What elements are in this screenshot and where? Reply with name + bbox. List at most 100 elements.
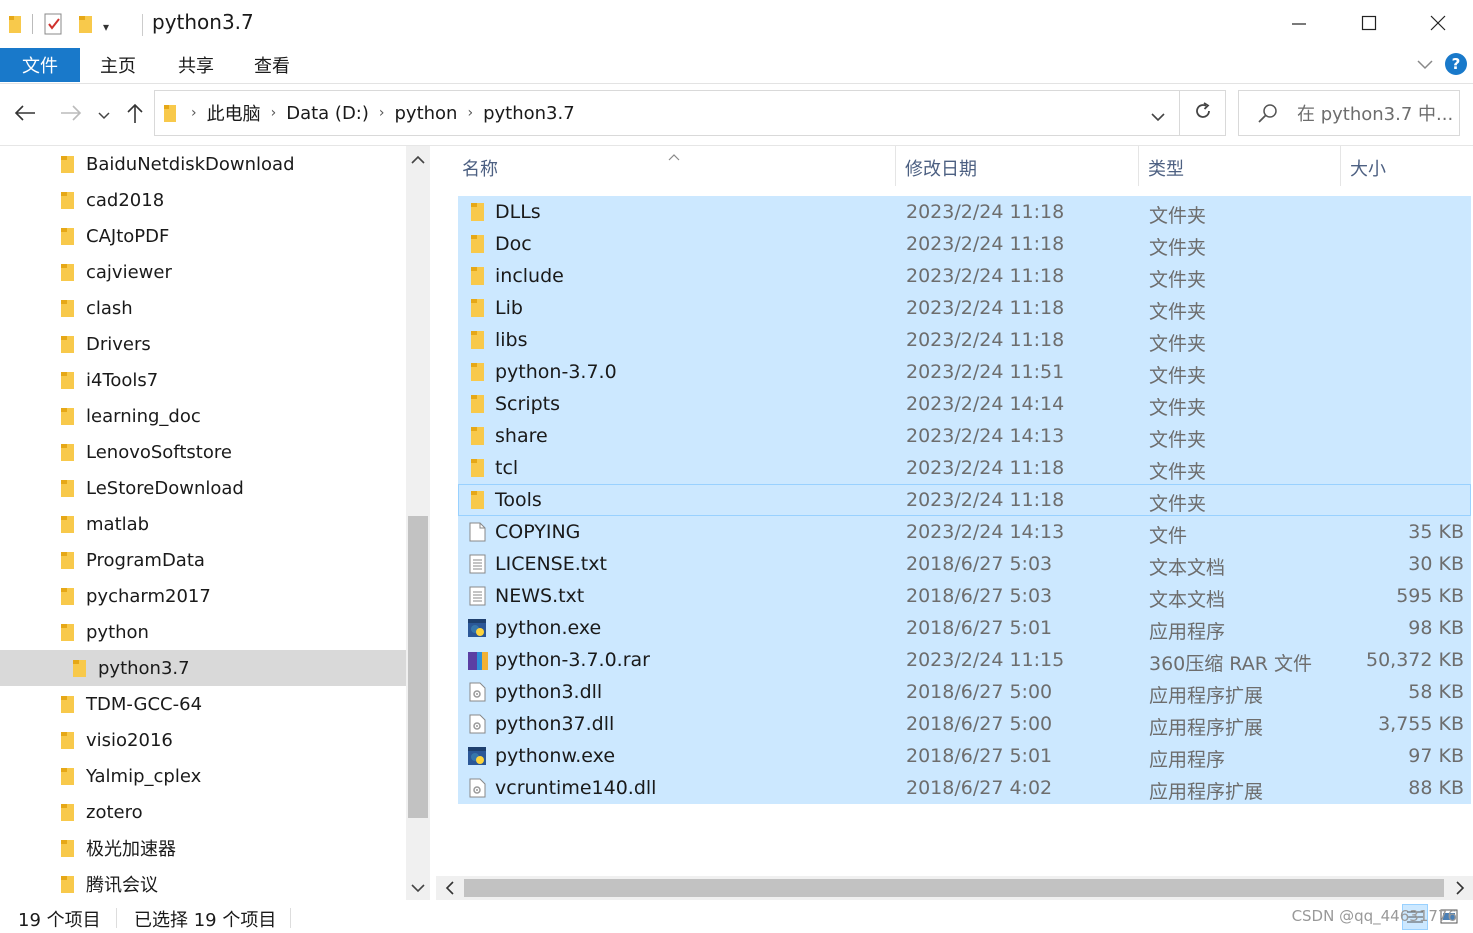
file-row[interactable]: Tools 2023/2/24 11:18 文件夹 xyxy=(458,484,1471,516)
recent-locations-button[interactable] xyxy=(94,100,114,130)
tree-item[interactable]: BaiduNetdiskDownload xyxy=(0,146,406,182)
tree-item[interactable]: i4Tools7 xyxy=(0,362,406,398)
column-header-type[interactable]: 类型 xyxy=(1148,146,1184,190)
file-row[interactable]: tcl 2023/2/24 11:18 文件夹 xyxy=(458,452,1471,484)
tree-item[interactable]: CAJtoPDF xyxy=(0,218,406,254)
file-size: 97 KB xyxy=(1408,745,1464,767)
tree-item[interactable]: python3.7 xyxy=(0,650,406,686)
tree-item[interactable]: Drivers xyxy=(0,326,406,362)
file-name: python-3.7.0.rar xyxy=(495,649,650,671)
breadcrumb-this-pc[interactable]: 此电脑 xyxy=(207,100,261,126)
column-divider[interactable] xyxy=(1138,146,1139,186)
tree-item-label: LenovoSoftstore xyxy=(86,441,232,463)
nav-pane-scrollbar[interactable] xyxy=(406,146,430,902)
file-row[interactable]: python37.dll 2018/6/27 5:00 应用程序扩展 3,755 KB xyxy=(458,708,1471,740)
text-file-icon xyxy=(467,554,487,574)
forward-button[interactable] xyxy=(56,100,86,130)
file-row[interactable]: LICENSE.txt 2018/6/27 5:03 文本文档 30 KB xyxy=(458,548,1471,580)
scrollbar-thumb[interactable] xyxy=(464,879,1444,897)
scrollbar-thumb[interactable] xyxy=(408,516,428,818)
file-date: 2018/6/27 5:01 xyxy=(906,617,1053,639)
new-folder-icon[interactable] xyxy=(77,13,95,35)
close-button[interactable] xyxy=(1403,0,1473,48)
tree-item[interactable]: ProgramData xyxy=(0,542,406,578)
breadcrumb-python[interactable]: python xyxy=(395,103,458,124)
back-button[interactable] xyxy=(10,100,40,130)
file-name: python-3.7.0 xyxy=(495,361,617,383)
folder-icon xyxy=(467,266,487,286)
file-row[interactable]: DLLs 2023/2/24 11:18 文件夹 xyxy=(458,196,1471,228)
tab-home[interactable]: 主页 xyxy=(88,48,148,82)
column-divider[interactable] xyxy=(1340,146,1341,186)
folder-icon xyxy=(60,262,76,282)
tree-item[interactable]: clash xyxy=(0,290,406,326)
tree-item[interactable]: 腾讯会议 xyxy=(0,866,406,902)
breadcrumb-python37[interactable]: python3.7 xyxy=(483,103,575,124)
file-row[interactable]: Scripts 2023/2/24 14:14 文件夹 xyxy=(458,388,1471,420)
column-header-name[interactable]: 名称 xyxy=(462,146,498,190)
folder-icon xyxy=(60,874,76,894)
scroll-right-icon[interactable] xyxy=(1448,876,1472,900)
file-row[interactable]: COPYING 2023/2/24 14:13 文件 35 KB xyxy=(458,516,1471,548)
scroll-up-icon[interactable] xyxy=(406,148,430,172)
file-name: NEWS.txt xyxy=(495,585,585,607)
tab-file[interactable]: 文件 xyxy=(0,48,80,82)
tab-view[interactable]: 查看 xyxy=(242,48,302,82)
file-type: 文件夹 xyxy=(1149,429,1207,451)
scroll-left-icon[interactable] xyxy=(438,876,462,900)
tree-item[interactable]: visio2016 xyxy=(0,722,406,758)
maximize-button[interactable] xyxy=(1334,0,1404,48)
tree-item[interactable]: LenovoSoftstore xyxy=(0,434,406,470)
file-row[interactable]: python-3.7.0 2023/2/24 11:51 文件夹 xyxy=(458,356,1471,388)
tree-item[interactable]: LeStoreDownload xyxy=(0,470,406,506)
file-row[interactable]: include 2023/2/24 11:18 文件夹 xyxy=(458,260,1471,292)
file-row[interactable]: python-3.7.0.rar 2023/2/24 11:15 360压缩 RAR… xyxy=(458,644,1471,676)
tree-item[interactable]: cajviewer xyxy=(0,254,406,290)
tree-item[interactable]: zotero xyxy=(0,794,406,830)
properties-icon[interactable] xyxy=(43,13,65,35)
file-type: 文件夹 xyxy=(1149,493,1207,515)
file-row[interactable]: share 2023/2/24 14:13 文件夹 xyxy=(458,420,1471,452)
folder-icon xyxy=(467,362,487,382)
file-row[interactable]: Doc 2023/2/24 11:18 文件夹 xyxy=(458,228,1471,260)
expand-ribbon-icon[interactable] xyxy=(1415,54,1435,74)
file-row[interactable]: python.exe 2018/6/27 5:01 应用程序 98 KB xyxy=(458,612,1471,644)
scroll-down-icon[interactable] xyxy=(406,876,430,900)
breadcrumb-data-drive[interactable]: Data (D:) xyxy=(286,103,369,124)
file-list-hscrollbar[interactable] xyxy=(436,876,1473,900)
column-header-size[interactable]: 大小 xyxy=(1350,146,1386,190)
tree-item-label: 极光加速器 xyxy=(86,839,176,860)
help-button[interactable]: ? xyxy=(1445,53,1467,75)
search-box[interactable]: 在 python3.7 中... xyxy=(1238,90,1460,136)
minimize-button[interactable] xyxy=(1264,0,1334,48)
up-button[interactable] xyxy=(122,100,148,130)
address-dropdown-icon[interactable] xyxy=(1151,107,1165,126)
file-type: 应用程序 xyxy=(1149,749,1226,771)
tree-item[interactable]: pycharm2017 xyxy=(0,578,406,614)
customize-toolbar-icon[interactable]: ▾ xyxy=(103,13,117,35)
file-row[interactable]: pythonw.exe 2018/6/27 5:01 应用程序 97 KB xyxy=(458,740,1471,772)
file-row[interactable]: libs 2023/2/24 11:18 文件夹 xyxy=(458,324,1471,356)
tree-item[interactable]: TDM-GCC-64 xyxy=(0,686,406,722)
tree-item[interactable]: learning_doc xyxy=(0,398,406,434)
file-row[interactable]: NEWS.txt 2018/6/27 5:03 文本文档 595 KB xyxy=(458,580,1471,612)
column-header-date[interactable]: 修改日期 xyxy=(905,146,977,190)
file-type: 文件夹 xyxy=(1149,397,1207,419)
tab-share[interactable]: 共享 xyxy=(166,48,226,82)
file-row[interactable]: vcruntime140.dll 2018/6/27 4:02 应用程序扩展 88 K… xyxy=(458,772,1471,804)
file-name: Tools xyxy=(495,489,542,511)
tree-item[interactable]: cad2018 xyxy=(0,182,406,218)
tree-item[interactable]: 极光加速器 xyxy=(0,830,406,866)
file-size: 3,755 KB xyxy=(1378,713,1464,735)
tree-item[interactable]: Yalmip_cplex xyxy=(0,758,406,794)
tree-item-label: i4Tools7 xyxy=(86,369,159,391)
file-date: 2023/2/24 11:18 xyxy=(906,265,1065,287)
address-bar[interactable]: › 此电脑 › Data (D:) › python › python3.7 xyxy=(154,90,1180,136)
tree-item[interactable]: python xyxy=(0,614,406,650)
file-row[interactable]: Lib 2023/2/24 11:18 文件夹 xyxy=(458,292,1471,324)
file-row[interactable]: python3.dll 2018/6/27 5:00 应用程序扩展 58 KB xyxy=(458,676,1471,708)
refresh-button[interactable] xyxy=(1180,90,1226,136)
folder-icon xyxy=(72,658,88,678)
tree-item[interactable]: matlab xyxy=(0,506,406,542)
column-divider[interactable] xyxy=(895,146,896,186)
